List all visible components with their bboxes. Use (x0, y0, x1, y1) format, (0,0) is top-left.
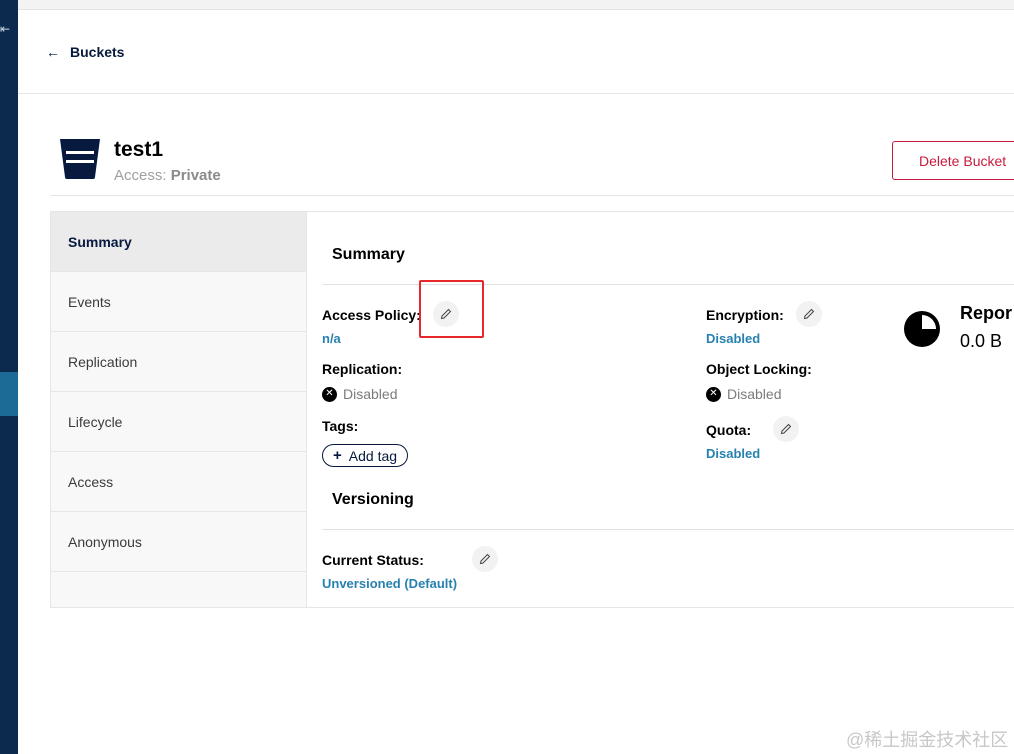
back-link-label: Buckets (70, 44, 125, 60)
summary-content (307, 212, 1014, 607)
pie-chart-icon (904, 311, 940, 347)
edit-encryption-button[interactable] (796, 301, 822, 327)
versioning-title: Versioning (332, 491, 414, 508)
current-status-label: Current Status: (322, 552, 424, 568)
pencil-icon (440, 308, 452, 320)
bucket-access-prefix: Access: (114, 167, 171, 184)
tab-lifecycle[interactable]: Lifecycle (51, 392, 306, 452)
add-tag-button[interactable]: + Add tag (322, 444, 409, 467)
delete-bucket-button[interactable]: Delete Bucket (892, 141, 1014, 180)
replication-value: Disabled (343, 386, 398, 402)
bucket-access-value: Private (170, 167, 221, 184)
bucket-icon (60, 139, 100, 179)
edit-versioning-button[interactable] (472, 546, 498, 572)
sidebar: ⇤ (0, 0, 18, 754)
watermark: @稀土掘金技术社区 (846, 730, 1009, 750)
summary-title: Summary (332, 246, 405, 263)
versioning-divider (322, 529, 1014, 530)
report-title: Repor (960, 303, 1013, 323)
edit-quota-button[interactable] (773, 416, 799, 442)
object-locking-value: Disabled (727, 386, 782, 402)
tab-replication[interactable]: Replication (51, 332, 306, 392)
tab-events[interactable]: Events (51, 272, 306, 332)
bucket-heading: test1 Access: Private Delete Bucket (50, 130, 1014, 196)
encryption-value[interactable]: Disabled (706, 331, 760, 346)
replication-label: Replication: (322, 361, 403, 377)
quota-label: Quota: (706, 422, 752, 438)
add-tag-label: Add tag (348, 447, 398, 464)
tags-label: Tags: (322, 418, 359, 434)
replication-status: ✕ Disabled (322, 386, 397, 402)
plus-icon: + (333, 447, 342, 464)
access-policy-value[interactable]: n/a (322, 331, 341, 346)
object-locking-status: ✕ Disabled (706, 386, 781, 402)
pencil-icon (479, 553, 491, 565)
arrow-left-icon: ← (46, 44, 60, 60)
bucket-access: Access: Private (114, 167, 221, 184)
quota-value[interactable]: Disabled (706, 446, 760, 461)
sidebar-active-item[interactable] (0, 372, 18, 416)
page-header: ← Buckets (18, 10, 1014, 94)
collapse-icon[interactable]: ⇤ (0, 22, 18, 36)
tab-access[interactable]: Access (51, 452, 306, 512)
x-circle-icon: ✕ (322, 386, 337, 402)
bucket-tabs: Summary Events Replication Lifecycle Acc… (51, 212, 307, 607)
pencil-icon (780, 423, 792, 435)
edit-access-policy-button[interactable] (433, 301, 459, 327)
tab-anonymous[interactable]: Anonymous (51, 512, 306, 572)
object-locking-label: Object Locking: (706, 361, 812, 377)
report-size: 0.0 B (960, 331, 1003, 351)
bucket-name: test1 (114, 138, 164, 161)
access-policy-label: Access Policy: (322, 307, 421, 323)
summary-divider (322, 284, 1014, 285)
x-circle-icon: ✕ (706, 386, 721, 402)
current-status-value[interactable]: Unversioned (Default) (322, 576, 457, 591)
bucket-details-panel: Summary Events Replication Lifecycle Acc… (50, 211, 1014, 608)
back-to-buckets-link[interactable]: ← Buckets (46, 44, 124, 60)
top-bar (18, 0, 1014, 10)
encryption-label: Encryption: (706, 307, 784, 323)
tab-summary[interactable]: Summary (51, 212, 306, 272)
pencil-icon (803, 308, 815, 320)
